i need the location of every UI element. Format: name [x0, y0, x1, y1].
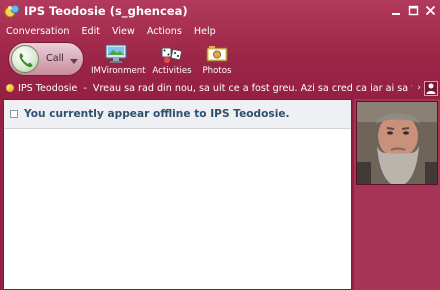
- messenger-window: IPS Teodosie (s_ghencea) Conversation Ed…: [0, 0, 440, 290]
- status-separator: -: [83, 83, 87, 94]
- activities-button[interactable]: Activities: [152, 44, 192, 77]
- minimize-icon[interactable]: [391, 5, 402, 16]
- activities-label: Activities: [152, 66, 192, 76]
- status-idle-icon: [6, 84, 14, 92]
- imvironment-icon: [104, 44, 128, 64]
- imvironment-label: IMVironment: [91, 66, 146, 76]
- messenger-app-icon: [4, 3, 20, 19]
- person-icon: [426, 83, 436, 94]
- menu-help[interactable]: Help: [194, 25, 216, 39]
- photos-icon: [205, 44, 229, 64]
- status-contact-name: IPS Teodosie: [18, 83, 78, 94]
- status-message-text: Vreau sa rad din nou, sa uit ce a fost g…: [92, 83, 412, 94]
- menu-bar: Conversation Edit View Actions Help: [0, 25, 228, 39]
- menu-conversation[interactable]: Conversation: [6, 25, 69, 39]
- offline-notice-text: You currently appear offline to IPS Teod…: [24, 108, 290, 120]
- menu-view[interactable]: View: [112, 25, 135, 39]
- contact-avatar[interactable]: [356, 101, 438, 185]
- title-bar[interactable]: IPS Teodosie (s_ghencea): [0, 0, 440, 22]
- window-controls: [391, 5, 436, 16]
- phone-icon: [11, 45, 39, 73]
- side-panel: [354, 99, 440, 290]
- contact-details-button[interactable]: [424, 81, 438, 96]
- close-icon[interactable]: [425, 5, 436, 16]
- status-message: IPS Teodosie - Vreau sa rad din nou, sa …: [18, 82, 412, 95]
- expand-status-icon[interactable]: ›: [414, 82, 424, 95]
- call-button[interactable]: Call: [8, 42, 84, 76]
- toolbar: Call IMVironment Activities Photos: [0, 40, 440, 78]
- activities-icon: [160, 44, 184, 64]
- photos-button[interactable]: Photos: [201, 44, 233, 77]
- offline-notice: You currently appear offline to IPS Teod…: [4, 100, 351, 129]
- notice-checkbox-icon: [10, 110, 18, 118]
- maximize-icon[interactable]: [408, 5, 419, 16]
- menu-edit[interactable]: Edit: [81, 25, 100, 39]
- imvironment-button[interactable]: IMVironment: [91, 44, 146, 77]
- contact-status-bar: IPS Teodosie - Vreau sa rad din nou, sa …: [0, 80, 440, 97]
- menu-actions[interactable]: Actions: [147, 25, 182, 39]
- conversation-pane[interactable]: You currently appear offline to IPS Teod…: [3, 99, 352, 290]
- window-title: IPS Teodosie (s_ghencea): [24, 4, 188, 18]
- photos-label: Photos: [202, 66, 232, 76]
- chevron-down-icon[interactable]: [70, 56, 78, 67]
- contact-avatar-photo: [357, 102, 437, 184]
- call-label: Call: [46, 53, 64, 64]
